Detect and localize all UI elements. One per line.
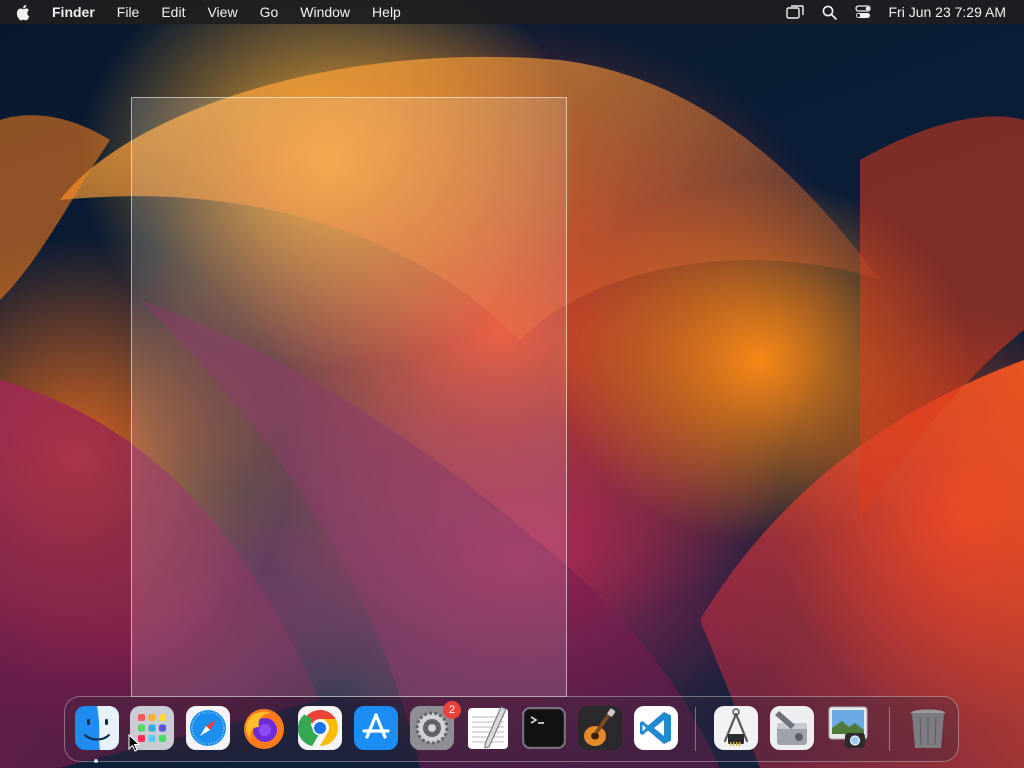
- textedit-icon: [468, 706, 508, 749]
- menu-window[interactable]: Window: [289, 0, 361, 24]
- terminal-icon: [522, 707, 566, 749]
- preview-icon: [828, 706, 868, 748]
- system-information-icon: [714, 706, 758, 750]
- menu-bar: Finder File Edit View Go Window Help Fri…: [0, 0, 1024, 24]
- safari-icon: [186, 706, 230, 750]
- dock-separator: [889, 707, 890, 751]
- menu-bar-clock[interactable]: Fri Jun 23 7:29 AM: [880, 4, 1006, 20]
- spotlight-search-icon[interactable]: [812, 5, 846, 20]
- dock-separator: [695, 707, 696, 751]
- chrome-icon: [297, 706, 342, 750]
- dock-item-app-store[interactable]: [353, 705, 399, 751]
- vscode-icon: [634, 706, 678, 750]
- dock-item-preview[interactable]: [825, 705, 871, 751]
- desktop-selection-rectangle: [131, 97, 567, 697]
- menu-help[interactable]: Help: [361, 0, 412, 24]
- apple-menu-icon[interactable]: [0, 4, 44, 21]
- app-menu-finder[interactable]: Finder: [44, 0, 106, 24]
- menu-bar-status-area: Fri Jun 23 7:29 AM: [778, 4, 1024, 20]
- dock-item-chrome[interactable]: [297, 705, 343, 751]
- dock-item-system-information[interactable]: [713, 705, 759, 751]
- dock-item-garageband[interactable]: [577, 705, 623, 751]
- dock: 2: [64, 696, 959, 763]
- finder-icon: [75, 706, 119, 750]
- menu-file[interactable]: File: [106, 0, 151, 24]
- mouse-cursor-icon: [128, 733, 141, 757]
- system-settings-badge: 2: [443, 701, 461, 719]
- dock-item-visual-studio-code[interactable]: [633, 705, 679, 751]
- dock-item-trash[interactable]: [905, 705, 951, 751]
- firefox-icon: [244, 709, 284, 749]
- finder-running-indicator: [94, 759, 98, 763]
- disk-utility-icon: [770, 706, 814, 750]
- dock-item-finder[interactable]: [74, 705, 120, 751]
- garageband-icon: [578, 706, 622, 750]
- menu-edit[interactable]: Edit: [150, 0, 196, 24]
- dock-item-textedit[interactable]: [465, 705, 511, 751]
- control-center-icon[interactable]: [846, 5, 880, 19]
- dock-item-system-settings[interactable]: 2: [409, 701, 461, 751]
- dock-item-terminal[interactable]: [521, 705, 567, 751]
- screen-mirroring-icon[interactable]: [778, 5, 812, 19]
- menu-go[interactable]: Go: [249, 0, 290, 24]
- menu-view[interactable]: View: [196, 0, 248, 24]
- dock-item-disk-utility[interactable]: [769, 705, 815, 751]
- dock-item-safari[interactable]: [185, 705, 231, 751]
- app-store-icon: [354, 706, 398, 750]
- trash-icon: [911, 709, 945, 748]
- dock-item-firefox[interactable]: [241, 705, 287, 751]
